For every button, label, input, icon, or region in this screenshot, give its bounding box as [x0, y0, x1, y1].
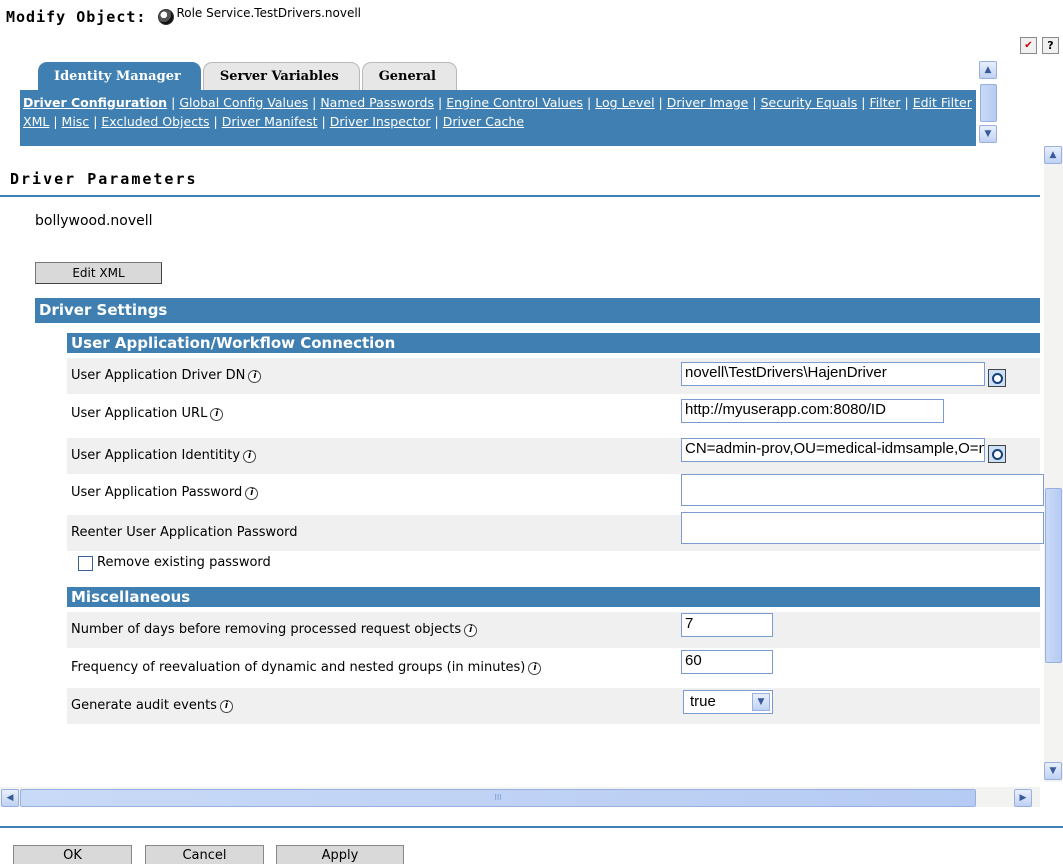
ua-identity-input[interactable]: CN=admin-prov,OU=medical-idmsample,O=nov…: [681, 438, 985, 462]
page-header: Modify Object: Role Service.TestDrivers.…: [6, 6, 361, 28]
tab-identity-manager[interactable]: Identity Manager: [38, 62, 201, 90]
form-row: Generate audit events i: [67, 688, 1040, 724]
ua-password-input[interactable]: [681, 474, 1044, 506]
scroll-left-icon[interactable]: ◀: [1, 789, 19, 807]
tab-bar: Identity Manager Server Variables Genera…: [38, 62, 459, 90]
field-label: User Application Driver DN i: [71, 368, 262, 383]
scroll-down-icon[interactable]: ▼: [979, 125, 997, 143]
info-icon[interactable]: i: [248, 370, 262, 383]
object-icon: [158, 9, 175, 25]
scroll-up-icon[interactable]: ▲: [979, 61, 997, 79]
section-title: Driver Parameters: [10, 170, 198, 188]
main-scroll-up-icon[interactable]: ▲: [1044, 146, 1062, 164]
info-icon[interactable]: i: [243, 450, 257, 463]
subnav-driver-configuration[interactable]: Driver Configuration: [23, 95, 167, 110]
main-scroll-down-icon[interactable]: ▼: [1044, 762, 1062, 780]
field-label: User Application Password i: [71, 485, 259, 500]
field-label: User Application Identitity i: [71, 448, 257, 463]
divider: [0, 826, 1063, 828]
reevaluation-frequency-input[interactable]: 60: [681, 650, 773, 674]
field-label: Frequency of reevaluation of dynamic and…: [71, 660, 542, 675]
divider: [0, 195, 1040, 197]
field-label: Number of days before removing processed…: [71, 622, 478, 637]
info-icon[interactable]: i: [464, 624, 478, 637]
subnav-driver-image[interactable]: Driver Image: [667, 95, 749, 110]
chevron-down-icon[interactable]: ▼: [752, 693, 770, 711]
ua-driver-dn-input[interactable]: novell\TestDrivers\HajenDriver: [681, 362, 985, 386]
audit-events-value: true: [690, 693, 716, 710]
scroll-right-icon[interactable]: ▶: [1014, 789, 1032, 807]
help-icon[interactable]: ?: [1042, 37, 1059, 54]
subnav-named-passwords[interactable]: Named Passwords: [320, 95, 434, 110]
field-label: Generate audit events i: [71, 698, 233, 713]
browse-icon[interactable]: [988, 369, 1006, 387]
field-label: Reenter User Application Password: [71, 525, 298, 540]
info-icon[interactable]: i: [528, 662, 542, 675]
browse-icon[interactable]: [988, 445, 1006, 463]
tab-general[interactable]: General: [361, 62, 457, 90]
subnav-global-config-values[interactable]: Global Config Values: [179, 95, 308, 110]
driver-settings-header: Driver Settings: [35, 298, 1040, 323]
edit-xml-button[interactable]: Edit XML: [35, 262, 162, 284]
info-icon[interactable]: i: [245, 487, 259, 500]
subnav-driver-cache[interactable]: Driver Cache: [443, 114, 524, 129]
subnav-driver-inspector[interactable]: Driver Inspector: [330, 114, 431, 129]
info-icon[interactable]: i: [219, 700, 233, 713]
remove-password-checkbox[interactable]: [78, 556, 93, 571]
info-icon[interactable]: i: [210, 408, 224, 421]
audit-events-select[interactable]: true ▼: [683, 690, 773, 714]
main-scroll-thumb[interactable]: [1045, 488, 1062, 663]
ua-password-reenter-input[interactable]: [681, 512, 1044, 544]
cancel-button[interactable]: Cancel: [145, 845, 264, 864]
remove-password-label: Remove existing password: [97, 555, 271, 570]
subnav: Driver Configuration | Global Config Value…: [20, 90, 976, 146]
tasks-icon[interactable]: ✔: [1020, 37, 1037, 54]
subnav-security-equals[interactable]: Security Equals: [761, 95, 858, 110]
subnav-filter[interactable]: Filter: [870, 95, 901, 110]
subnav-excluded-objects[interactable]: Excluded Objects: [101, 114, 209, 129]
main-vscrollbar[interactable]: [1044, 146, 1063, 782]
field-label: User Application URL i: [71, 406, 224, 421]
subnav-engine-control-values[interactable]: Engine Control Values: [446, 95, 583, 110]
driver-name: bollywood.novell: [35, 213, 153, 229]
scroll-thumb[interactable]: [980, 84, 997, 122]
subnav-misc[interactable]: Misc: [62, 114, 90, 129]
subnav-scrollbar[interactable]: ▲ ▼: [979, 61, 999, 145]
ok-button[interactable]: OK: [13, 845, 132, 864]
object-name: Role Service.TestDrivers.novell: [176, 6, 361, 20]
subnav-driver-manifest[interactable]: Driver Manifest: [222, 114, 318, 129]
misc-section-header: Miscellaneous: [67, 587, 1040, 607]
uaw-section-header: User Application/Workflow Connection: [67, 333, 1040, 353]
subnav-log-level[interactable]: Log Level: [595, 95, 654, 110]
hscroll-thumb[interactable]: III: [20, 789, 976, 807]
ua-url-input[interactable]: http://myuserapp.com:8080/ID: [681, 399, 944, 423]
page-title: Modify Object:: [6, 8, 147, 26]
apply-button[interactable]: Apply: [276, 845, 404, 864]
form-row: Number of days before removing processed…: [67, 612, 1040, 648]
tab-server-variables[interactable]: Server Variables: [202, 62, 360, 90]
days-before-removing-input[interactable]: 7: [681, 613, 773, 637]
form-row: Frequency of reevaluation of dynamic and…: [67, 650, 1040, 686]
